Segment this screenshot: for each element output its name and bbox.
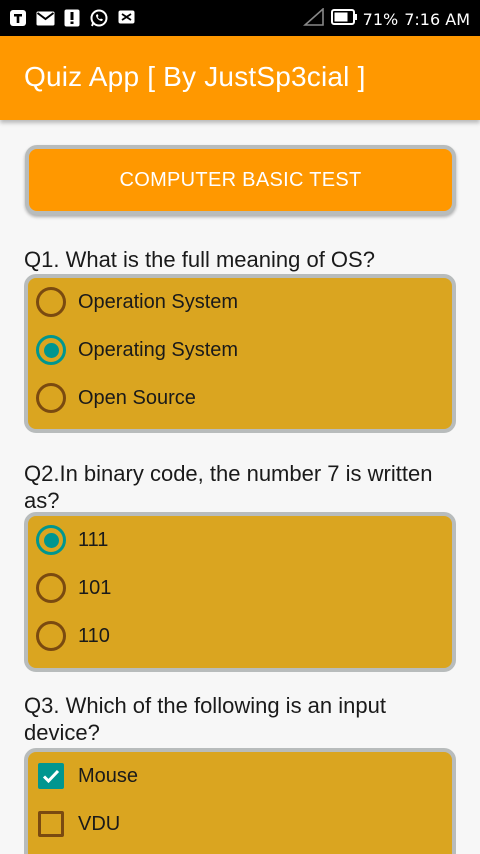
q2-option-110[interactable]: 110: [36, 616, 110, 656]
test-button-label: COMPUTER BASIC TEST: [119, 168, 362, 191]
question-3-text: Q3. Which of the following is an input d…: [24, 693, 386, 745]
question-2-options: 111 101 110: [24, 512, 456, 672]
mail-icon: [35, 8, 55, 28]
question-3-options: Mouse VDU: [24, 748, 456, 854]
signal-icon: [302, 7, 325, 31]
radio-unchecked-icon[interactable]: [36, 573, 66, 603]
option-label: Open Source: [78, 386, 196, 409]
option-label: 101: [78, 576, 112, 599]
q1-option-open-source[interactable]: Open Source: [36, 378, 196, 418]
option-label: Operation System: [78, 290, 239, 313]
option-label: 111: [78, 528, 109, 551]
clock: 7:16 AM: [404, 10, 470, 29]
checkbox-checked-icon[interactable]: [38, 763, 64, 789]
q3-option-vdu[interactable]: VDU: [36, 804, 120, 844]
radio-checked-icon[interactable]: [36, 335, 66, 365]
q2-option-101[interactable]: 101: [36, 568, 111, 608]
q2-option-111[interactable]: 111: [36, 520, 108, 560]
option-label: Mouse: [78, 764, 139, 787]
computer-basic-test-button[interactable]: COMPUTER BASIC TEST: [25, 145, 456, 215]
option-label: VDU: [78, 812, 121, 835]
status-bar: 71% 7:16 AM: [0, 0, 480, 36]
radio-unchecked-icon[interactable]: [36, 621, 66, 651]
radio-unchecked-icon[interactable]: [36, 383, 66, 413]
t-icon: [8, 8, 28, 28]
question-1-options: Operation System Operating System Open S…: [24, 274, 456, 433]
radio-unchecked-icon[interactable]: [36, 287, 66, 317]
system-indicators: 71% 7:16 AM: [302, 7, 470, 31]
q3-option-mouse[interactable]: Mouse: [36, 756, 138, 796]
option-label: Operating System: [78, 338, 239, 361]
option-label: 110: [78, 624, 110, 647]
whatsapp-icon: [89, 8, 109, 28]
battery-icon: [330, 9, 357, 30]
app-bar: Quiz App [ By JustSp3cial ]: [0, 36, 480, 120]
alert-icon: [62, 8, 82, 28]
message-icon: [116, 8, 136, 28]
question-1-text: Q1. What is the full meaning of OS?: [24, 247, 375, 272]
notification-icons: [8, 8, 136, 28]
q1-option-operation-system[interactable]: Operation System: [36, 282, 238, 322]
checkbox-unchecked-icon[interactable]: [38, 811, 64, 837]
q1-option-operating-system[interactable]: Operating System: [36, 330, 238, 370]
battery-percent: 71%: [362, 10, 399, 29]
question-2-text: Q2.In binary code, the number 7 is writt…: [24, 461, 433, 513]
app-title: Quiz App [ By JustSp3cial ]: [24, 61, 366, 92]
radio-checked-icon[interactable]: [36, 525, 66, 555]
